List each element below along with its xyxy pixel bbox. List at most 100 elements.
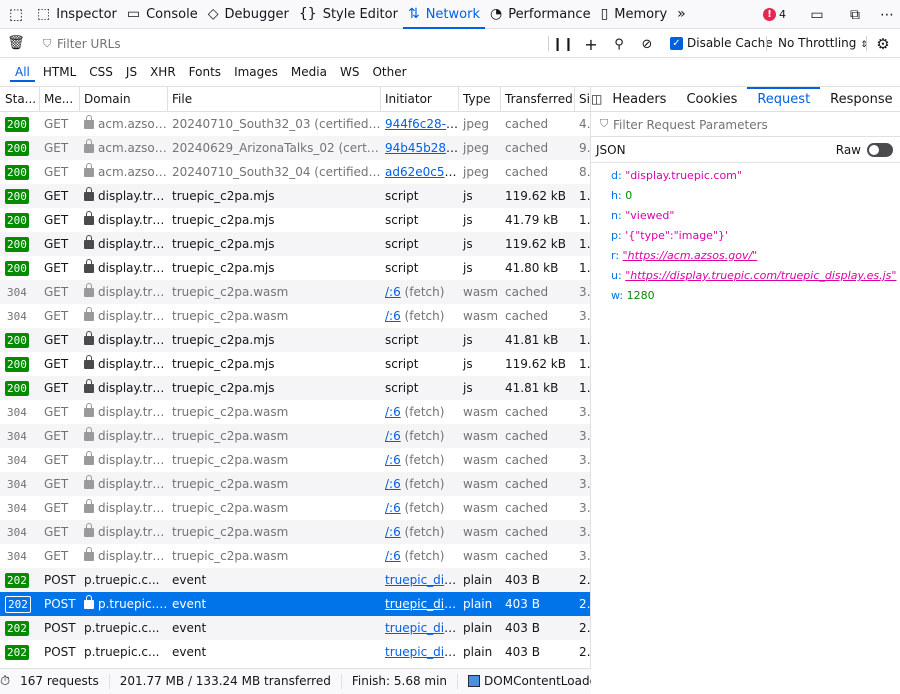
type-filter-other[interactable]: Other bbox=[367, 63, 411, 81]
method-cell: GET bbox=[44, 429, 69, 443]
tab-debugger[interactable]: ◇ Debugger bbox=[203, 0, 294, 29]
column-header-domain[interactable]: Domain bbox=[80, 87, 168, 111]
table-row[interactable]: 202 POST p.truepic.c... event truepic_dis...… bbox=[0, 640, 591, 664]
type-filter-images[interactable]: Images bbox=[229, 63, 283, 81]
column-header-method[interactable]: Me... bbox=[40, 87, 80, 111]
initiator-link[interactable]: /:6 bbox=[385, 549, 401, 563]
initiator-link[interactable]: /:6 bbox=[385, 309, 401, 323]
tab-console[interactable]: ▭ Console bbox=[122, 0, 203, 29]
clear-button[interactable]: 🗑 bbox=[0, 35, 32, 51]
status-badge: 304 bbox=[7, 310, 27, 323]
type-filter-all[interactable]: All bbox=[10, 63, 35, 82]
transferred-cell: cached bbox=[505, 165, 549, 179]
table-row[interactable]: 200 GET acm.azsos.... 20240710_South32_03 (… bbox=[0, 112, 591, 136]
type-filter-css[interactable]: CSS bbox=[84, 63, 118, 81]
details-tab-request[interactable]: Request bbox=[747, 86, 821, 112]
table-row[interactable]: 304 GET display.tru... truepic_c2pa.wasm /:6… bbox=[0, 448, 591, 472]
options-menu-button[interactable]: ⋯ bbox=[874, 4, 900, 26]
table-row[interactable]: 304 GET display.tru... truepic_c2pa.wasm /:6… bbox=[0, 520, 591, 544]
tab-performance[interactable]: ◔ Performance bbox=[485, 0, 596, 29]
initiator-link[interactable]: truepic_dis... bbox=[385, 573, 459, 587]
error-count-badge[interactable]: ! 4 bbox=[763, 8, 786, 21]
type-filter-html[interactable]: HTML bbox=[38, 63, 81, 81]
tab-style-editor[interactable]: {} Style Editor bbox=[294, 0, 403, 29]
type-filter-ws[interactable]: WS bbox=[335, 63, 364, 81]
initiator-link[interactable]: truepic_dis... bbox=[385, 621, 459, 635]
table-row[interactable]: 304 GET display.tru... truepic_c2pa.wasm /:6… bbox=[0, 304, 591, 328]
initiator-link[interactable]: /:6 bbox=[385, 429, 401, 443]
initiator-link[interactable]: truepic_dis... bbox=[385, 597, 459, 611]
dock-toggle-button[interactable]: ⧉ bbox=[842, 4, 868, 26]
filter-urls-input[interactable] bbox=[41, 35, 541, 53]
column-header-type[interactable]: Type bbox=[459, 87, 501, 111]
add-filter-button[interactable]: + bbox=[580, 33, 602, 55]
initiator-link[interactable]: 944f6c28-1... bbox=[385, 117, 459, 131]
table-row[interactable]: 304 GET display.tru... truepic_c2pa.wasm /:6… bbox=[0, 544, 591, 568]
table-row[interactable]: 304 GET display.tru... truepic_c2pa.wasm /:6… bbox=[0, 472, 591, 496]
table-row[interactable]: 200 GET acm.azsos.... 20240629_ArizonaTalks… bbox=[0, 136, 591, 160]
table-row[interactable]: 304 GET display.tru... truepic_c2pa.wasm /:6… bbox=[0, 280, 591, 304]
table-row[interactable]: 200 GET display.tru... truepic_c2pa.mjs scri… bbox=[0, 328, 591, 352]
filter-request-params-input[interactable] bbox=[597, 116, 887, 133]
details-tab-response[interactable]: Response bbox=[820, 87, 900, 112]
more-tools-button[interactable]: » bbox=[672, 0, 691, 29]
initiator-link[interactable]: truepic_dis... bbox=[385, 645, 459, 659]
performance-analysis-button[interactable]: ⏱ bbox=[0, 674, 10, 689]
initiator-link[interactable]: /:6 bbox=[385, 285, 401, 299]
throttling-select[interactable]: No Throttling ⇕ bbox=[778, 36, 868, 50]
initiator-link[interactable]: /:6 bbox=[385, 501, 401, 515]
table-row[interactable]: 200 GET acm.azsos.... 20240710_South32_04 (… bbox=[0, 160, 591, 184]
initiator-link[interactable]: /:6 bbox=[385, 405, 401, 419]
type-filter-xhr[interactable]: XHR bbox=[145, 63, 181, 81]
status-badge: 304 bbox=[7, 502, 27, 515]
table-row[interactable]: 200 GET display.tru... truepic_c2pa.mjs scri… bbox=[0, 208, 591, 232]
table-row[interactable]: 200 GET display.tru... truepic_c2pa.mjs scri… bbox=[0, 376, 591, 400]
type-filter-media[interactable]: Media bbox=[286, 63, 332, 81]
initiator-link[interactable]: 94b45b28-... bbox=[385, 141, 459, 155]
domain-text: display.tru... bbox=[98, 477, 168, 491]
element-picker-button[interactable]: ⬚ bbox=[0, 0, 32, 29]
table-row[interactable]: 202 POST p.truepic.c... event truepic_dis...… bbox=[0, 568, 591, 592]
table-row[interactable]: 304 GET display.tru... truepic_c2pa.wasm /:6… bbox=[0, 496, 591, 520]
initiator-link[interactable]: ad62e0c5-... bbox=[385, 165, 459, 179]
column-header-status[interactable]: Sta... bbox=[0, 87, 40, 111]
table-row[interactable]: 202 POST p.truepic.c... event truepic_dis...… bbox=[0, 616, 591, 640]
lock-icon bbox=[84, 547, 94, 561]
initiator-link[interactable]: /:6 bbox=[385, 525, 401, 539]
tab-network[interactable]: ⇅ Network bbox=[402, 0, 485, 29]
table-row[interactable]: 304 GET display.tru... truepic_c2pa.wasm /:6… bbox=[0, 400, 591, 424]
initiator-link[interactable]: /:6 bbox=[385, 477, 401, 491]
tab-inspector[interactable]: ⬚ Inspector bbox=[32, 0, 122, 29]
transferred-cell: 41.81 kB bbox=[505, 333, 559, 347]
json-section-header[interactable]: JSON Raw bbox=[591, 137, 900, 163]
param-value[interactable]: "https://display.truepic.com/truepic_dis… bbox=[625, 269, 896, 282]
network-settings-button[interactable]: ⚙ bbox=[872, 33, 894, 55]
table-row[interactable]: 200 GET display.tru... truepic_c2pa.mjs scri… bbox=[0, 256, 591, 280]
search-button[interactable]: ⚲ bbox=[608, 33, 630, 55]
column-header-transferred[interactable]: Transferred bbox=[501, 87, 575, 111]
column-header-initiator[interactable]: Initiator bbox=[381, 87, 459, 111]
initiator-link[interactable]: /:6 bbox=[385, 453, 401, 467]
table-row[interactable]: 202 POST p.truepic.c... event truepic_dis...… bbox=[0, 592, 591, 616]
details-tab-headers[interactable]: Headers bbox=[602, 87, 676, 112]
param-value[interactable]: "https://acm.azsos.gov/" bbox=[623, 249, 758, 262]
column-header-file[interactable]: File bbox=[168, 87, 381, 111]
tab-memory[interactable]: ▯ Memory bbox=[596, 0, 673, 29]
close-panel-button[interactable]: ◫ bbox=[591, 92, 602, 106]
details-tab-cookies[interactable]: Cookies bbox=[676, 87, 747, 112]
status-badge: 202 bbox=[5, 621, 29, 636]
pause-button[interactable]: ❙❙ bbox=[552, 33, 574, 55]
column-header-size[interactable]: Si bbox=[575, 87, 591, 111]
raw-toggle-control[interactable]: Raw bbox=[836, 142, 893, 157]
type-filter-fonts[interactable]: Fonts bbox=[184, 63, 226, 81]
block-button[interactable]: ⊘ bbox=[636, 33, 658, 55]
file-cell: event bbox=[172, 621, 207, 635]
table-row[interactable]: 200 GET display.tru... truepic_c2pa.mjs scri… bbox=[0, 184, 591, 208]
raw-toggle-switch[interactable] bbox=[867, 142, 893, 157]
responsive-design-button[interactable]: ▭ bbox=[804, 4, 830, 26]
table-row[interactable]: 200 GET display.tru... truepic_c2pa.mjs scri… bbox=[0, 232, 591, 256]
type-filter-js[interactable]: JS bbox=[121, 63, 142, 81]
table-row[interactable]: 200 GET display.tru... truepic_c2pa.mjs scri… bbox=[0, 352, 591, 376]
disable-cache-checkbox[interactable]: ✓ Disable Cache bbox=[670, 36, 773, 50]
table-row[interactable]: 304 GET display.tru... truepic_c2pa.wasm /:6… bbox=[0, 424, 591, 448]
